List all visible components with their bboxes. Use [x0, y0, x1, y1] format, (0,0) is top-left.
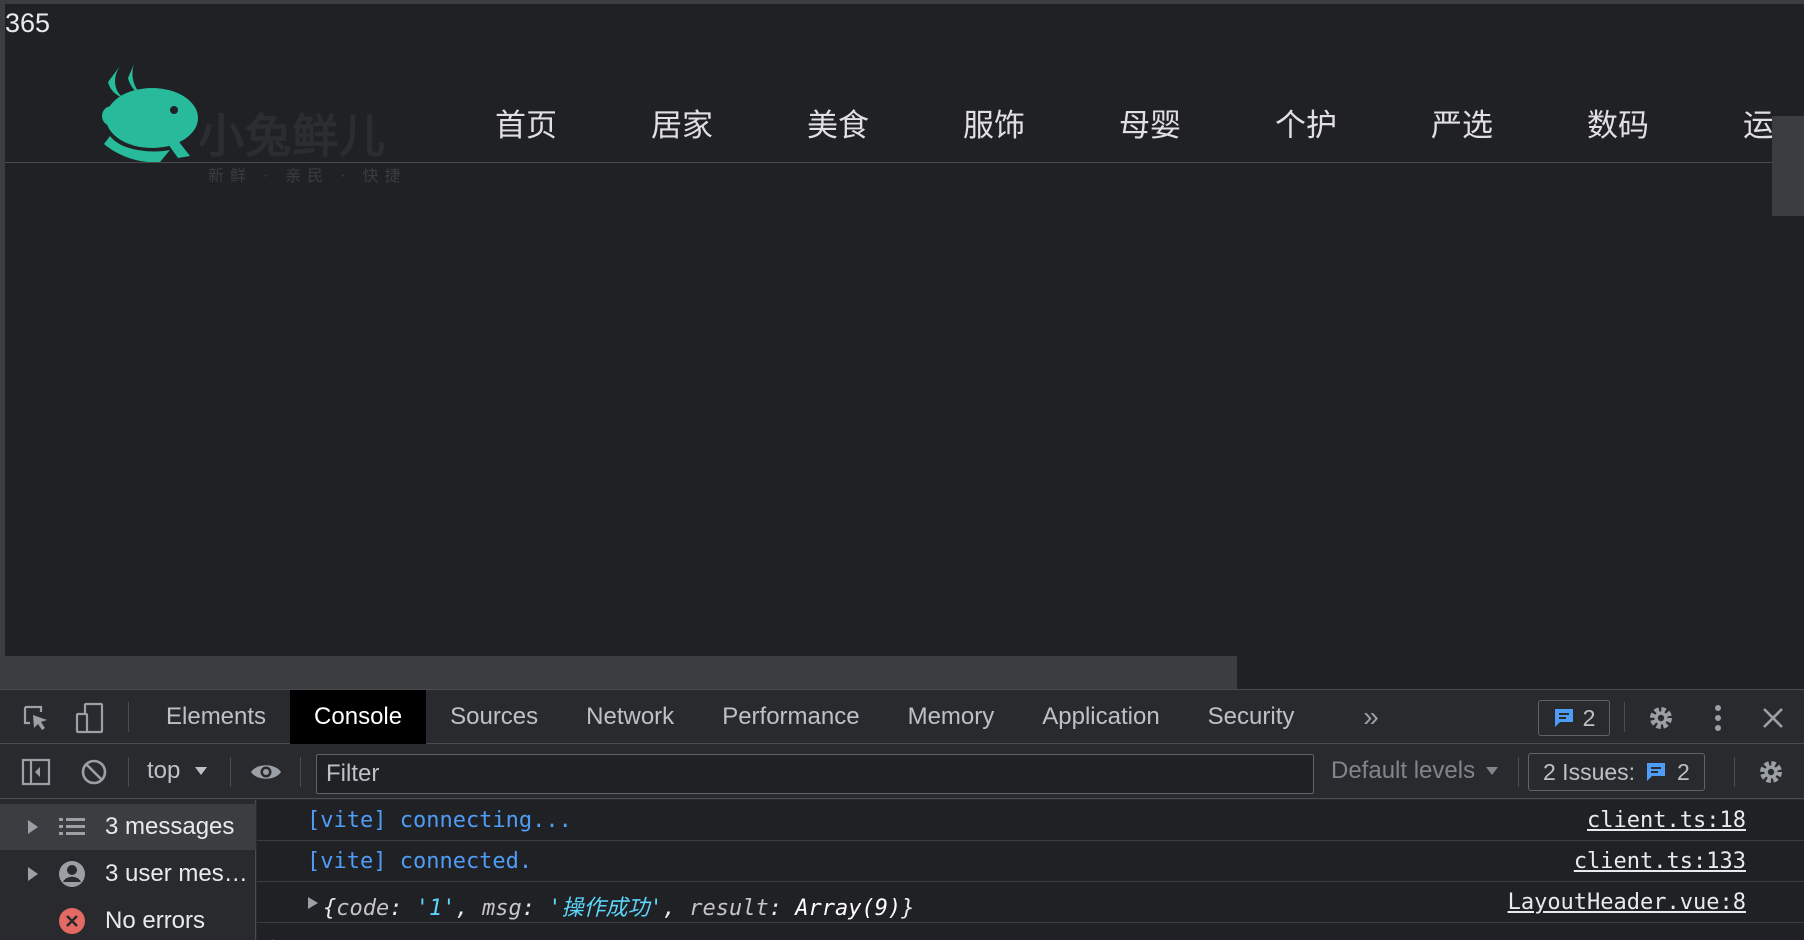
nav-item-baby[interactable]: 母婴 [1119, 100, 1275, 145]
tabbar-separator [128, 702, 129, 732]
context-select-value: top [147, 757, 181, 784]
issues-button[interactable]: 2 Issues: 2 [1528, 753, 1705, 791]
user-icon [58, 860, 86, 888]
nav-item-digital[interactable]: 数码 [1587, 100, 1743, 145]
error-icon [58, 907, 86, 935]
message-text: [vite] connected. [307, 849, 533, 874]
clear-console-icon[interactable] [78, 756, 110, 788]
message-icon [1554, 709, 1573, 727]
tab-elements[interactable]: Elements [142, 690, 290, 744]
sidebar-item-errors[interactable]: No errors [0, 898, 256, 940]
toggle-sidebar-icon[interactable] [20, 756, 52, 788]
message-text: [vite] connecting... [307, 808, 572, 833]
expand-arrow-icon [28, 820, 38, 834]
expand-arrow-icon[interactable] [307, 896, 319, 910]
device-toolbar-icon[interactable] [74, 702, 106, 734]
tab-memory[interactable]: Memory [884, 690, 1019, 744]
tab-security[interactable]: Security [1184, 690, 1319, 744]
nav-item-home[interactable]: 首页 [495, 100, 651, 145]
console-messages: [vite] connecting... client.ts:18 [vite]… [257, 800, 1804, 940]
tab-network[interactable]: Network [562, 690, 698, 744]
devtools-panel: Elements Console Sources Network Perform… [0, 689, 1804, 940]
inspect-element-icon[interactable] [20, 702, 52, 734]
tab-application[interactable]: Application [1018, 690, 1183, 744]
expand-arrow-icon [28, 867, 38, 881]
issues-badge[interactable]: 2 [1538, 700, 1610, 736]
viewport-top-border [0, 0, 1804, 4]
sidebar-item-label: 3 messages [105, 813, 235, 840]
toolbar-separator [1734, 757, 1735, 787]
filter-input[interactable] [316, 754, 1314, 794]
log-levels-value: Default levels [1331, 757, 1476, 784]
tabbar-separator-right [1624, 702, 1625, 732]
close-devtools-icon[interactable] [1756, 701, 1790, 735]
dropdown-caret-icon [1486, 767, 1499, 775]
sidebar-item-label: No errors [105, 907, 206, 934]
more-options-icon[interactable] [1704, 701, 1732, 735]
vertical-scrollbar-track[interactable] [1772, 4, 1804, 689]
toolbar-separator [1518, 757, 1519, 787]
site-logo[interactable]: 小兔鲜儿 新鲜 · 亲民 · 快捷 [90, 58, 410, 185]
log-levels-select[interactable]: Default levels [1331, 757, 1499, 785]
console-message: [vite] connected. client.ts:133 [257, 841, 1804, 882]
logo-slogan: 新鲜 · 亲民 · 快捷 [208, 166, 407, 185]
page-viewport: 365 小兔鲜儿 新鲜 · 亲民 · 快捷 首页 居家 美食 服饰 母婴 个护 … [0, 0, 1804, 689]
console-message-object[interactable]: {code: '1', msg: '操作成功', result: Array(9… [257, 882, 1804, 923]
message-source-link[interactable]: client.ts:18 [1587, 808, 1746, 833]
live-expression-eye-icon[interactable] [248, 756, 284, 788]
more-tabs-icon[interactable]: » [1356, 700, 1386, 734]
site-header: 小兔鲜儿 新鲜 · 亲民 · 快捷 首页 居家 美食 服饰 母婴 个护 严选 数… [5, 40, 1774, 185]
issues-count: 2 [1677, 758, 1690, 785]
issues-label: 2 Issues: [1543, 758, 1636, 785]
vertical-scrollbar-thumb[interactable] [1772, 116, 1804, 216]
message-source-link[interactable]: client.ts:133 [1574, 849, 1746, 874]
toolbar-separator [300, 757, 301, 787]
header-divider [5, 162, 1772, 163]
message-icon [1647, 763, 1666, 781]
rabbit-logo-icon [102, 64, 198, 163]
nav-item-selected[interactable]: 严选 [1431, 100, 1587, 145]
tab-console[interactable]: Console [290, 690, 427, 744]
console-settings-gear-icon[interactable] [1754, 755, 1788, 789]
nav-item-apparel[interactable]: 服饰 [963, 100, 1119, 145]
context-select[interactable]: top [147, 757, 208, 785]
dropdown-caret-icon [195, 767, 208, 775]
message-object: {code: '1', msg: '操作成功', result: Array(9… [323, 896, 915, 921]
message-source-link[interactable]: LayoutHeader.vue:8 [1508, 890, 1746, 915]
horizontal-scrollbar-thumb[interactable] [5, 656, 1237, 689]
sidebar-item-label: 3 user mes… [105, 860, 248, 887]
console-sidebar: 3 messages 3 user mes… No errors [0, 800, 256, 940]
toolbar-separator [230, 757, 231, 787]
devtools-tabbar: Elements Console Sources Network Perform… [0, 690, 1804, 744]
nav-item-personal-care[interactable]: 个护 [1275, 100, 1431, 145]
tab-sources[interactable]: Sources [426, 690, 562, 744]
tab-performance[interactable]: Performance [698, 690, 883, 744]
nav-item-home-living[interactable]: 居家 [651, 100, 807, 145]
console-prompt[interactable]: › [271, 930, 278, 940]
issues-badge-count: 2 [1582, 704, 1596, 731]
settings-gear-icon[interactable] [1644, 701, 1678, 735]
list-icon [58, 813, 86, 841]
main-nav: 首页 居家 美食 服饰 母婴 个护 严选 数码 运 [495, 100, 1804, 145]
screen: 365 小兔鲜儿 新鲜 · 亲民 · 快捷 首页 居家 美食 服饰 母婴 个护 … [0, 0, 1804, 940]
counter-text: 365 [5, 8, 51, 38]
nav-item-food[interactable]: 美食 [807, 100, 963, 145]
console-message: [vite] connecting... client.ts:18 [257, 800, 1804, 841]
logo-text: 小兔鲜儿 [198, 109, 386, 163]
toolbar-separator [128, 757, 129, 787]
console-toolbar: top Default levels 2 Issues: 2 [0, 745, 1804, 799]
sidebar-item-messages[interactable]: 3 messages [0, 804, 256, 850]
devtools-tabs: Elements Console Sources Network Perform… [142, 690, 1318, 744]
sidebar-item-user-messages[interactable]: 3 user mes… [0, 851, 256, 897]
